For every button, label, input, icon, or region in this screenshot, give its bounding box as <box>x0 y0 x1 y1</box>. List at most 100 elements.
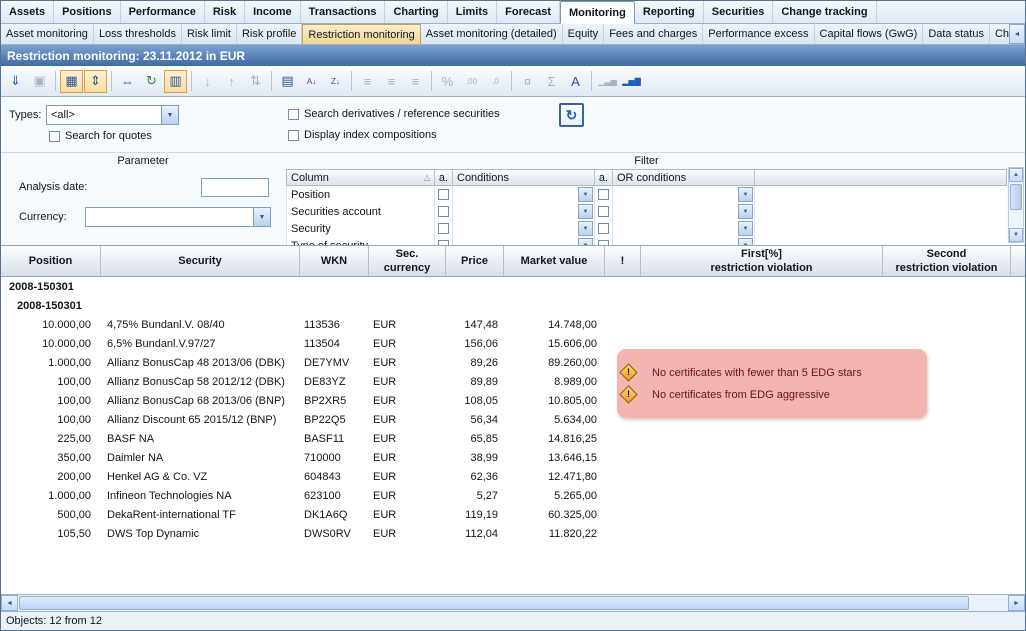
align-center-icon[interactable]: ≡ <box>380 70 403 93</box>
grid-lines-icon[interactable]: ▤ <box>276 70 299 93</box>
and-checkbox[interactable] <box>438 206 449 217</box>
table-header-sec-currency[interactable]: Sec. currency <box>369 246 446 276</box>
search-quotes-checkbox-row[interactable]: Search for quotes <box>49 130 152 142</box>
decimal-add-icon[interactable]: ,00 <box>460 70 483 93</box>
search-derivatives-checkbox-row[interactable]: Search derivatives / reference securitie… <box>288 108 500 120</box>
subtab-fees-and-charges[interactable]: Fees and charges <box>604 24 703 44</box>
display-index-checkbox-row[interactable]: Display index compositions <box>288 129 437 141</box>
display-index-checkbox[interactable] <box>288 130 299 141</box>
and-checkbox[interactable] <box>598 223 609 234</box>
sort-level-up-icon[interactable]: ↑ <box>220 70 243 93</box>
currency-dropdown[interactable]: ▼ <box>85 207 271 227</box>
menu-item-transactions[interactable]: Transactions <box>301 1 386 23</box>
menu-item-positions[interactable]: Positions <box>54 1 121 23</box>
or-conditions-dropdown[interactable]: ▼ <box>738 187 753 202</box>
conditions-dropdown[interactable]: ▼ <box>578 221 593 236</box>
subtab-data-status[interactable]: Data status <box>923 24 990 44</box>
menu-item-limits[interactable]: Limits <box>448 1 497 23</box>
table-row[interactable]: 1.000,00 Infineon Technologies NA 623100… <box>1 486 1025 505</box>
table-header-security[interactable]: Security <box>101 246 300 276</box>
group-row[interactable]: 2008-150301 <box>1 277 1025 296</box>
table-row[interactable]: 105,50 DWS Top Dynamic DWS0RV EUR 112,04… <box>1 524 1025 543</box>
chart-bars-icon[interactable]: ▁▃▅ <box>596 70 619 93</box>
menu-item-performance[interactable]: Performance <box>121 1 205 23</box>
and-checkbox[interactable] <box>438 240 449 245</box>
scroll-down-button[interactable]: ▼ <box>1009 228 1023 242</box>
subtab-risk-limit[interactable]: Risk limit <box>182 24 237 44</box>
conditions-dropdown[interactable]: ▼ <box>578 204 593 219</box>
decimal-remove-icon[interactable]: ,0 <box>484 70 507 93</box>
sort-level-down-icon[interactable]: ↓ <box>196 70 219 93</box>
filter-row-position[interactable]: Position ▼ ▼ <box>286 186 1007 203</box>
menu-item-change-tracking[interactable]: Change tracking <box>773 1 876 23</box>
percent-icon[interactable]: % <box>436 70 459 93</box>
chart-filter-icon[interactable]: ▥ <box>164 70 187 93</box>
table-row[interactable]: 350,00 Daimler NA 710000 EUR 38,99 13.64… <box>1 448 1025 467</box>
fit-width-icon[interactable]: ⇔ <box>116 70 139 93</box>
menu-item-securities[interactable]: Securities <box>704 1 774 23</box>
scrollbar-track[interactable] <box>1009 182 1023 228</box>
filter-header-column[interactable]: Column △ <box>287 170 435 185</box>
filter-header-conditions[interactable]: Conditions <box>453 170 595 185</box>
table-header-price[interactable]: Price <box>446 246 504 276</box>
scroll-right-button[interactable]: ► <box>1008 595 1025 611</box>
scrollbar-thumb[interactable] <box>19 596 969 610</box>
chart-color-icon[interactable]: ▂▅▇ <box>620 70 643 93</box>
or-conditions-dropdown[interactable]: ▼ <box>738 204 753 219</box>
subtab-risk-profile[interactable]: Risk profile <box>237 24 302 44</box>
copy-icon[interactable]: ▣ <box>28 70 51 93</box>
sum-icon[interactable]: Σ <box>540 70 563 93</box>
menu-item-risk[interactable]: Risk <box>205 1 245 23</box>
filter-header-and-1[interactable]: a. <box>435 170 453 185</box>
horizontal-scrollbar[interactable]: ◄ ► <box>1 594 1025 611</box>
menu-item-assets[interactable]: Assets <box>1 1 54 23</box>
chevron-down-icon[interactable]: ▼ <box>253 208 270 226</box>
filter-row-type-of-security[interactable]: Type of security ▼ ▼ <box>286 237 1007 245</box>
sort-asc-icon[interactable]: A↓ <box>300 70 323 93</box>
types-dropdown[interactable]: <all> ▼ <box>46 105 179 125</box>
conditions-dropdown[interactable]: ▼ <box>578 238 593 245</box>
table-row[interactable]: 200,00 Henkel AG & Co. VZ 604843 EUR 62,… <box>1 467 1025 486</box>
import-icon[interactable]: ⇓ <box>4 70 27 93</box>
subtab-restriction-monitoring[interactable]: Restriction monitoring <box>302 24 420 44</box>
subtab-equity[interactable]: Equity <box>563 24 605 44</box>
and-checkbox[interactable] <box>598 206 609 217</box>
filter-row-securities-account[interactable]: Securities account ▼ ▼ <box>286 203 1007 220</box>
filter-row-security[interactable]: Security ▼ ▼ <box>286 220 1007 237</box>
subtab-performance-excess[interactable]: Performance excess <box>703 24 814 44</box>
search-quotes-checkbox[interactable] <box>49 131 60 142</box>
table-row[interactable]: 10.000,00 4,75% Bundanl.V. 08/40 113536 … <box>1 315 1025 334</box>
search-derivatives-checkbox[interactable] <box>288 109 299 120</box>
table-view-icon[interactable]: ▦ <box>60 70 83 93</box>
run-search-button[interactable]: ↻ <box>559 103 584 127</box>
filter-header-or-conditions[interactable]: OR conditions <box>613 170 755 185</box>
table-header-second-restriction-violation[interactable]: Second restriction violation <box>883 246 1011 276</box>
subtab-loss-thresholds[interactable]: Loss thresholds <box>94 24 182 44</box>
or-conditions-dropdown[interactable]: ▼ <box>738 221 753 236</box>
subtab-capital-flows-gwg[interactable]: Capital flows (GwG) <box>815 24 924 44</box>
sort-desc-icon[interactable]: Z↓ <box>324 70 347 93</box>
menu-item-monitoring[interactable]: Monitoring <box>560 1 635 24</box>
menu-item-income[interactable]: Income <box>245 1 301 23</box>
subtab-asset-monitoring-detailed[interactable]: Asset monitoring (detailed) <box>421 24 563 44</box>
and-checkbox[interactable] <box>438 223 449 234</box>
expand-rows-icon[interactable]: ⇕ <box>84 70 107 93</box>
subtotal-icon[interactable]: ⇅ <box>244 70 267 93</box>
filter-header-and-2[interactable]: a. <box>595 170 613 185</box>
align-right-icon[interactable]: ≡ <box>404 70 427 93</box>
table-row[interactable]: 500,00 DekaRent-international TF DK1A6Q … <box>1 505 1025 524</box>
currency-icon[interactable]: ¤ <box>516 70 539 93</box>
group-row[interactable]: 2008-150301 <box>1 296 1025 315</box>
and-checkbox[interactable] <box>438 189 449 200</box>
menu-item-charting[interactable]: Charting <box>385 1 447 23</box>
subtab-asset-monitoring[interactable]: Asset monitoring <box>1 24 94 44</box>
chevron-down-icon[interactable]: ▼ <box>161 106 178 124</box>
analysis-date-input[interactable] <box>201 178 269 197</box>
and-checkbox[interactable] <box>598 240 609 245</box>
scrollbar-thumb[interactable] <box>1010 184 1022 210</box>
table-row[interactable]: 225,00 BASF NA BASF11 EUR 65,85 14.816,2… <box>1 429 1025 448</box>
menu-item-reporting[interactable]: Reporting <box>635 1 704 23</box>
menu-item-forecast[interactable]: Forecast <box>497 1 560 23</box>
table-header-first-restriction-violation[interactable]: First[%] restriction violation <box>641 246 883 276</box>
table-header-position[interactable]: Position <box>1 246 101 276</box>
